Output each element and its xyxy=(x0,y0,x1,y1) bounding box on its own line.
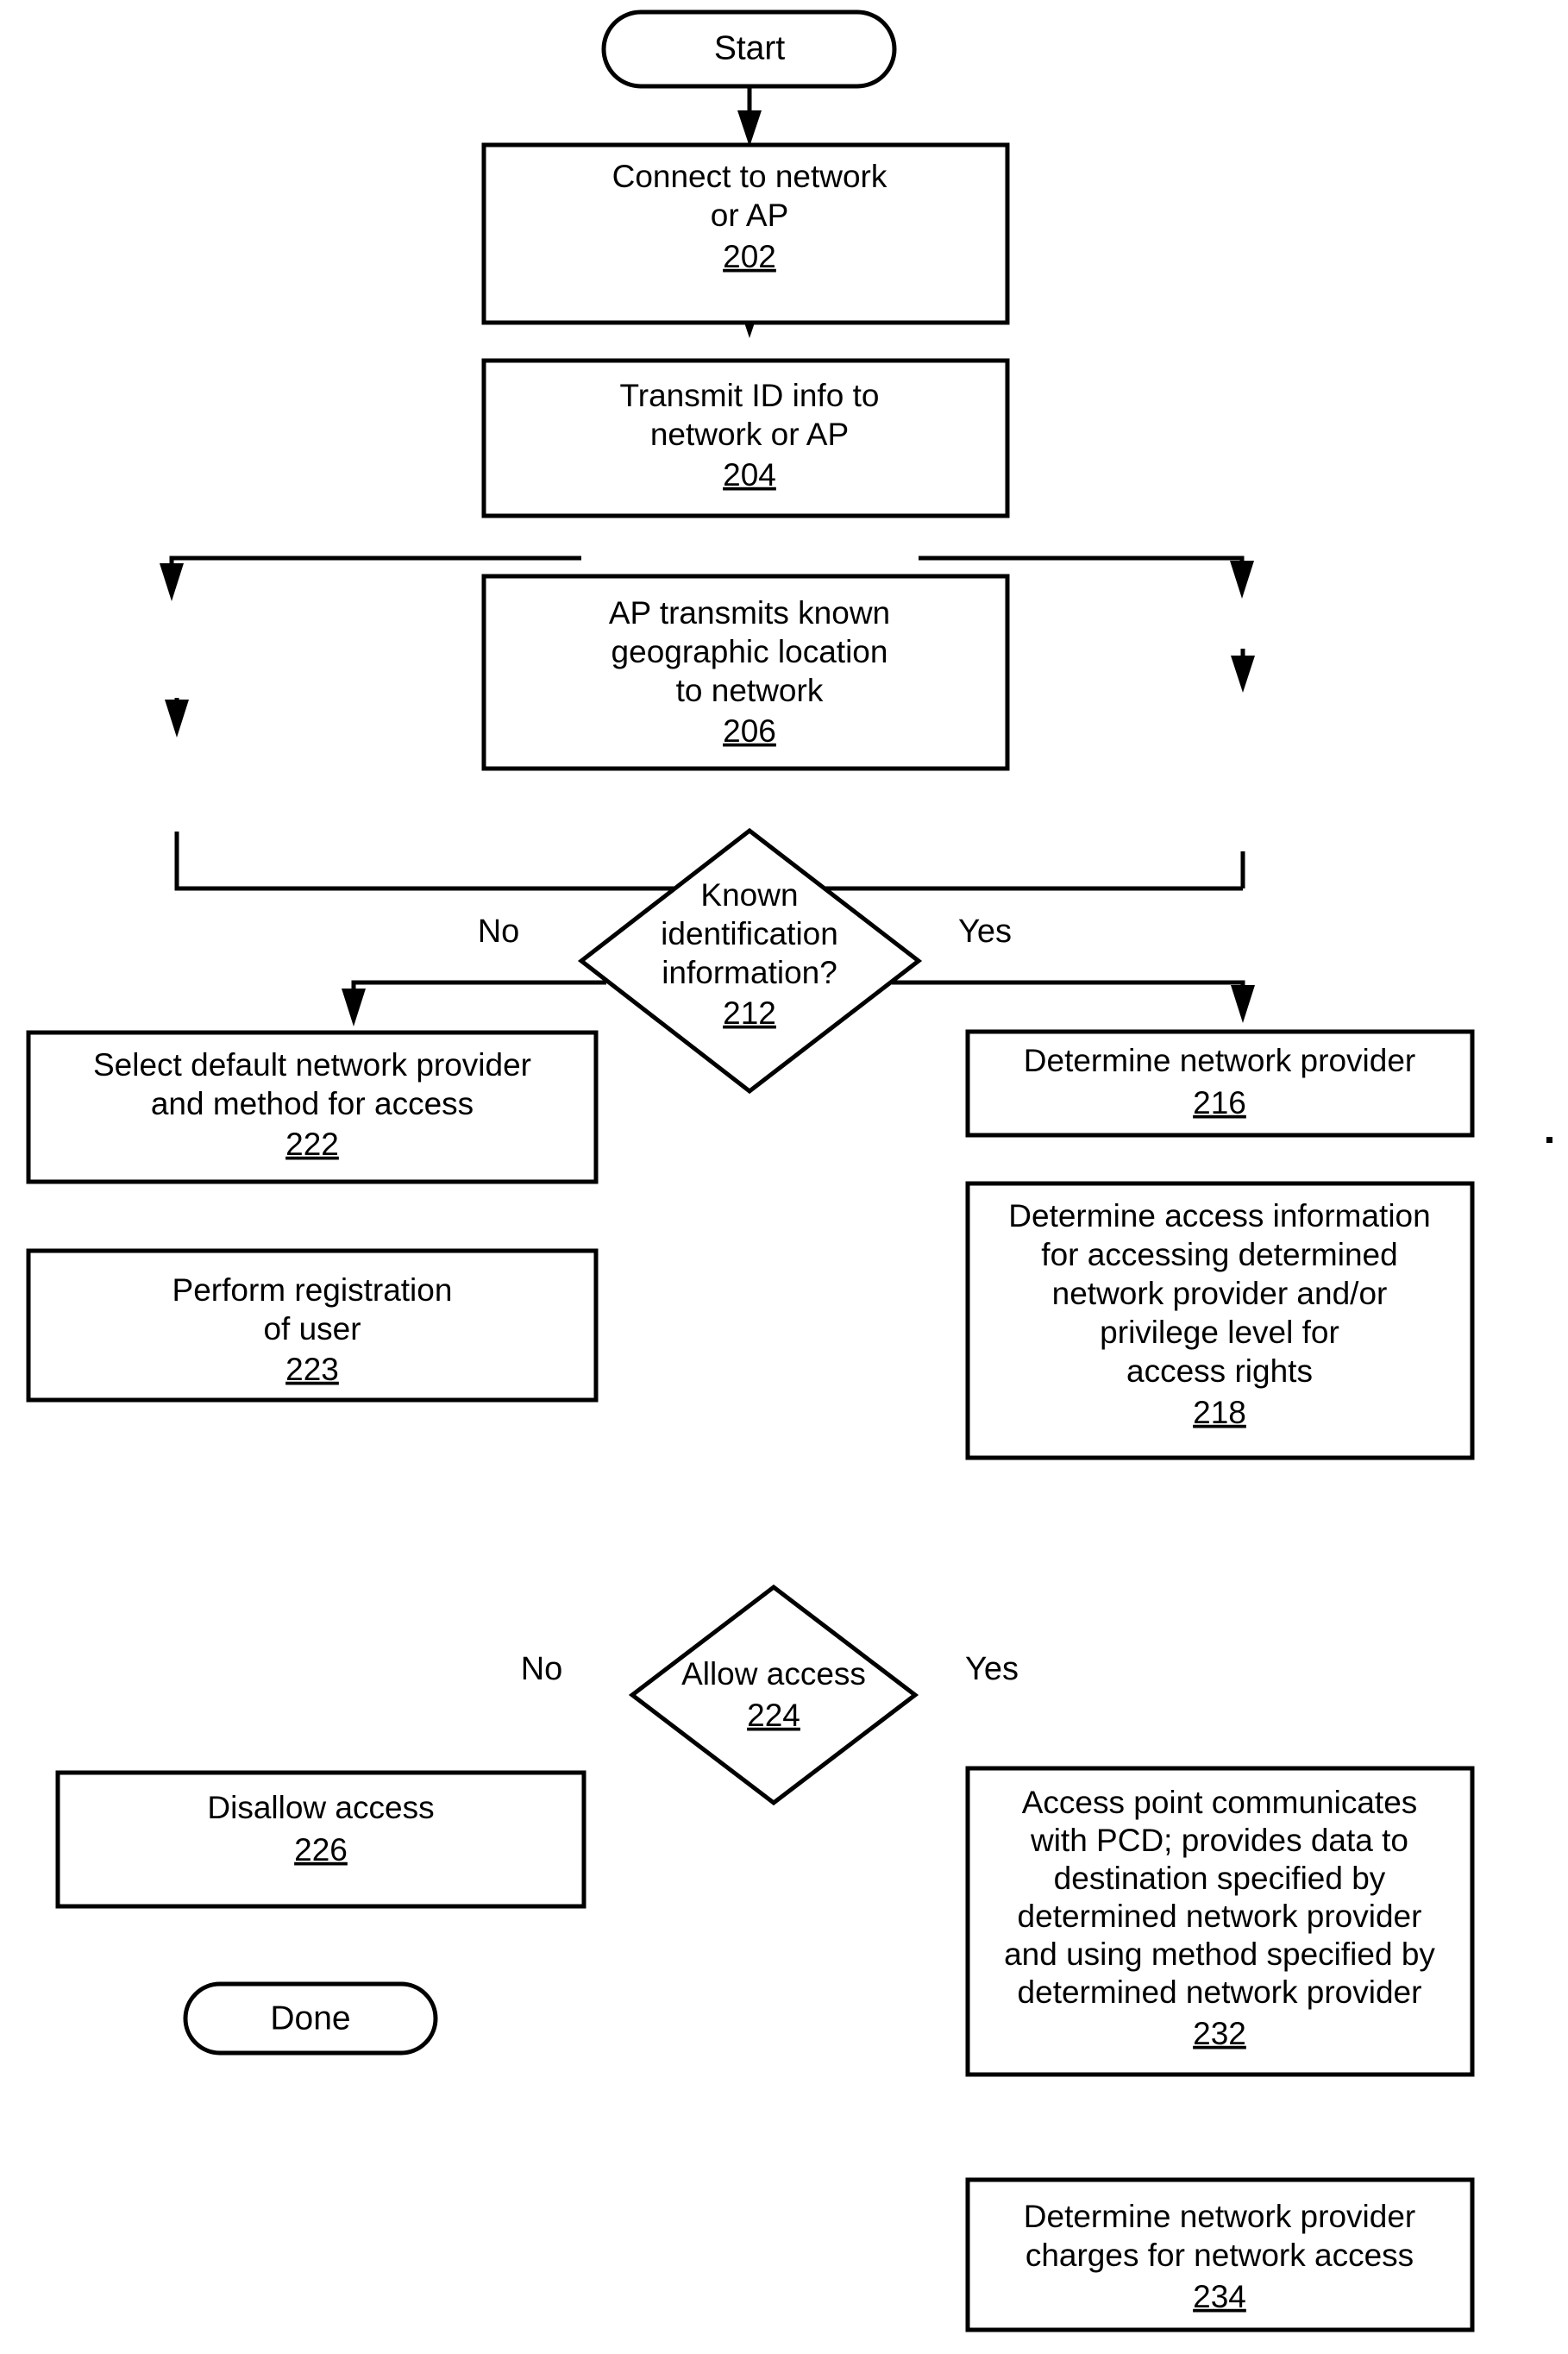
node-202-ref: 202 xyxy=(723,239,776,274)
node-212: Known identification information? 212 xyxy=(577,827,923,1095)
node-222-line1: Select default network provider xyxy=(93,1047,531,1083)
node-done-label: Done xyxy=(270,1999,350,2037)
node-202-line1: Connect to network xyxy=(612,159,887,194)
node-206-line2: geographic location xyxy=(612,634,888,669)
node-223-line2: of user xyxy=(263,1311,361,1346)
node-224: Allow access 224 xyxy=(628,1584,919,1806)
node-226-ref: 226 xyxy=(294,1832,348,1868)
node-234-line2: charges for network access xyxy=(1025,2238,1414,2273)
node-212-ref: 212 xyxy=(723,995,776,1031)
node-234-ref: 234 xyxy=(1193,2279,1246,2314)
node-226: Disallow access 226 xyxy=(55,1770,586,1909)
node-222-line2: and method for access xyxy=(151,1086,474,1121)
node-234: Determine network provider charges for n… xyxy=(965,2177,1475,2332)
node-218-line2: for accessing determined xyxy=(1041,1237,1397,1272)
edge-label-no-212: No xyxy=(478,913,520,950)
node-start-label: Start xyxy=(714,29,786,66)
node-232-line6: determined network provider xyxy=(1018,1974,1422,2010)
node-206-ref: 206 xyxy=(723,713,776,749)
node-206-line1: AP transmits known xyxy=(609,595,890,631)
node-223-line1: Perform registration xyxy=(172,1272,453,1308)
node-218-ref: 218 xyxy=(1193,1395,1246,1430)
flowchart-canvas: Start Connect to network or AP 202 Trans… xyxy=(26,9,1552,2332)
node-232-ref: 232 xyxy=(1193,2016,1246,2051)
node-202-line2: or AP xyxy=(711,198,789,233)
node-232-line1: Access point communicates xyxy=(1022,1785,1418,1820)
connector-224-yes-to-232 xyxy=(892,980,1255,1023)
node-204-line2: network or AP xyxy=(650,417,849,452)
node-232-line5: and using method specified by xyxy=(1004,1937,1435,1972)
node-232-line2: with PCD; provides data to xyxy=(1030,1823,1408,1858)
node-206-line3: to network xyxy=(676,673,824,708)
edge-label-yes-212: Yes xyxy=(958,913,1012,950)
node-218-line5: access rights xyxy=(1126,1353,1313,1389)
connector-222-to-223 xyxy=(165,698,189,738)
node-232-line4: determined network provider xyxy=(1018,1899,1422,1934)
node-218: Determine access information for accessi… xyxy=(965,1181,1475,1460)
node-234-line1: Determine network provider xyxy=(1024,2199,1415,2234)
node-start: Start xyxy=(601,9,897,89)
node-204-line1: Transmit ID info to xyxy=(620,378,880,413)
print-speck-artifact xyxy=(1546,1137,1552,1143)
node-218-line1: Determine access information xyxy=(1008,1198,1430,1233)
node-206: AP transmits known geographic location t… xyxy=(481,574,1010,771)
node-202: Connect to network or AP 202 xyxy=(481,142,1010,325)
edge-label-yes-224: Yes xyxy=(965,1651,1019,1687)
node-232: Access point communicates with PCD; prov… xyxy=(965,1766,1475,2077)
node-223-ref: 223 xyxy=(285,1352,339,1387)
node-226-line1: Disallow access xyxy=(207,1790,434,1825)
node-216: Determine network provider 216 xyxy=(965,1029,1475,1138)
edge-label-no-224: No xyxy=(521,1651,563,1687)
node-212-line3: information? xyxy=(662,955,837,990)
node-224-ref: 224 xyxy=(747,1698,800,1733)
node-212-line2: identification xyxy=(661,916,838,951)
connector-216-to-218 xyxy=(1231,649,1255,693)
node-212-line1: Known xyxy=(700,877,798,913)
node-232-line3: destination specified by xyxy=(1054,1861,1386,1896)
node-done: Done xyxy=(183,1981,438,2056)
node-216-ref: 216 xyxy=(1193,1085,1246,1121)
node-204: Transmit ID info to network or AP 204 xyxy=(481,358,1010,518)
node-216-line1: Determine network provider xyxy=(1024,1043,1415,1078)
node-224-line1: Allow access xyxy=(681,1656,866,1692)
node-223: Perform registration of user 223 xyxy=(26,1248,599,1403)
node-222-ref: 222 xyxy=(285,1127,339,1162)
node-204-ref: 204 xyxy=(723,457,776,493)
node-218-line3: network provider and/or xyxy=(1052,1276,1388,1311)
connector-224-no-to-226 xyxy=(342,980,606,1026)
node-218-line4: privilege level for xyxy=(1100,1315,1339,1350)
node-222: Select default network provider and meth… xyxy=(26,1030,599,1184)
